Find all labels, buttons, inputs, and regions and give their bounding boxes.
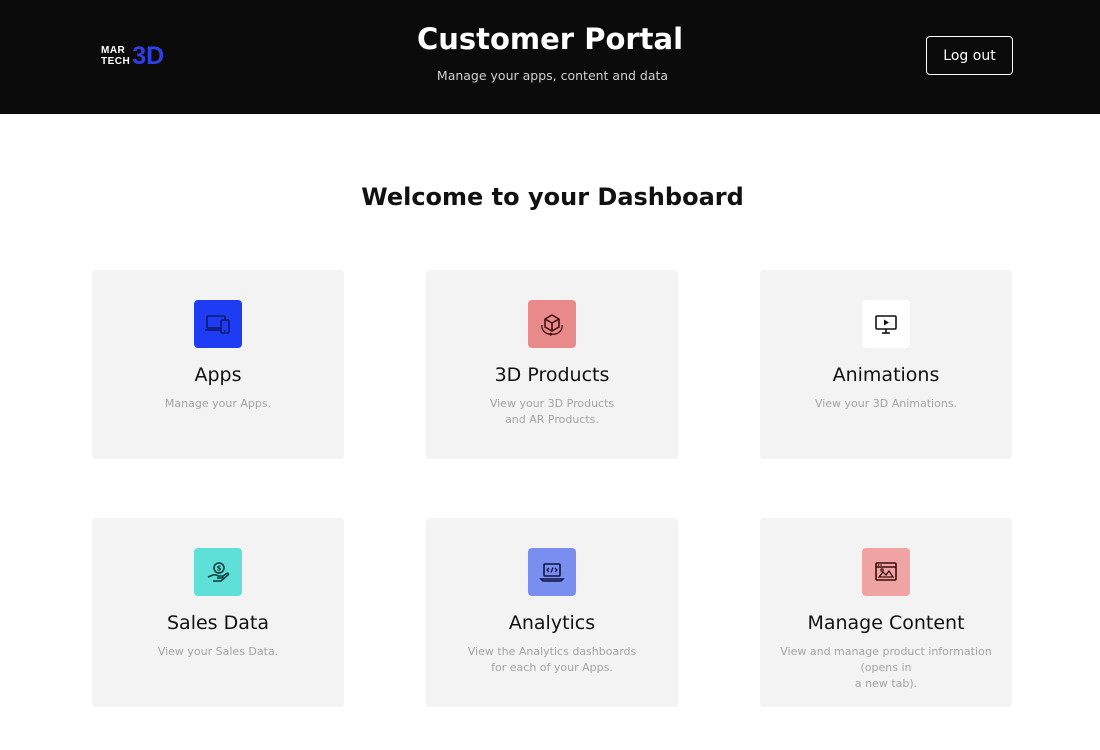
laptop-code-icon	[539, 563, 565, 582]
card-title: Apps	[194, 364, 242, 386]
card-description: View your Sales Data.	[92, 644, 344, 660]
welcome-heading: Welcome to your Dashboard	[361, 183, 744, 211]
icon-box: $	[194, 548, 242, 596]
card-description-line: and AR Products.	[505, 413, 599, 426]
card-description-line: a new tab).	[854, 677, 918, 690]
card-title: Manage Content	[807, 612, 965, 634]
icon-box	[528, 548, 576, 596]
icon-box	[194, 300, 242, 348]
browser-image-icon	[875, 562, 897, 581]
card-manage-content[interactable]: Manage Content View and manage product i…	[760, 518, 1012, 707]
devices-icon	[205, 315, 230, 334]
card-analytics[interactable]: Analytics View the Analytics dashboards …	[426, 518, 678, 707]
3d-cube-icon	[541, 314, 563, 337]
card-description-line: View your 3D Animations.	[814, 397, 958, 410]
card-description-line: View your Sales Data.	[157, 645, 279, 658]
card-description-line: View and manage product information (ope…	[780, 645, 992, 674]
top-header: MAR TECH 3D Customer Portal Manage your …	[0, 0, 1100, 114]
card-description: Manage your Apps.	[92, 396, 344, 412]
card-title: 3D Products	[494, 364, 610, 386]
hand-coin-icon: $	[207, 562, 230, 582]
icon-box	[862, 548, 910, 596]
monitor-play-icon	[875, 315, 897, 334]
card-description-line: Manage your Apps.	[164, 397, 272, 410]
card-description: View and manage product information (ope…	[760, 644, 1012, 692]
card-description-line: View your 3D Products	[489, 397, 615, 410]
card-description-line: View the Analytics dashboards	[467, 645, 637, 658]
card-description: View the Analytics dashboards for each o…	[426, 644, 678, 676]
card-title: Analytics	[508, 612, 596, 634]
card-animations[interactable]: Animations View your 3D Animations.	[760, 270, 1012, 459]
card-3d-products[interactable]: 3D Products View your 3D Products and AR…	[426, 270, 678, 459]
card-sales-data[interactable]: $ Sales Data View your Sales Data.	[92, 518, 344, 707]
card-description: View your 3D Products and AR Products.	[426, 396, 678, 428]
card-apps[interactable]: Apps Manage your Apps.	[92, 270, 344, 459]
svg-text:$: $	[217, 565, 222, 573]
card-description: View your 3D Animations.	[760, 396, 1012, 412]
logout-button[interactable]: Log out	[926, 36, 1013, 75]
card-description-line: for each of your Apps.	[491, 661, 613, 674]
card-title: Animations	[832, 364, 940, 386]
card-title: Sales Data	[167, 612, 269, 634]
icon-box	[528, 300, 576, 348]
icon-box	[862, 300, 910, 348]
